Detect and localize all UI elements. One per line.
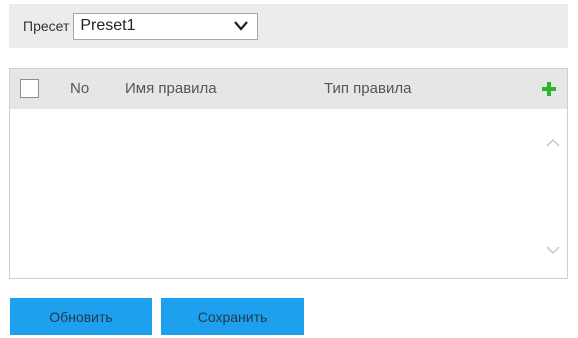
chevron-down-icon: [234, 21, 249, 31]
save-button[interactable]: Сохранить: [161, 298, 304, 335]
preset-bar: Пресет Preset1: [9, 4, 568, 48]
refresh-button[interactable]: Обновить: [10, 298, 152, 335]
table-body: [10, 109, 567, 278]
chevron-down-icon[interactable]: [545, 244, 561, 256]
rules-table: No Имя правила Тип правила: [9, 68, 568, 279]
preset-label: Пресет: [23, 18, 70, 34]
plus-icon[interactable]: [541, 81, 557, 97]
preset-select[interactable]: Preset1: [73, 12, 259, 40]
column-header-no: No: [70, 80, 90, 97]
select-all-checkbox[interactable]: [20, 79, 39, 98]
preset-select-value: Preset1: [80, 17, 136, 34]
column-header-rule-type: Тип правила: [324, 80, 412, 97]
column-header-rule-name: Имя правила: [125, 80, 217, 97]
chevron-up-icon[interactable]: [545, 137, 561, 149]
table-header: No Имя правила Тип правила: [10, 69, 567, 109]
